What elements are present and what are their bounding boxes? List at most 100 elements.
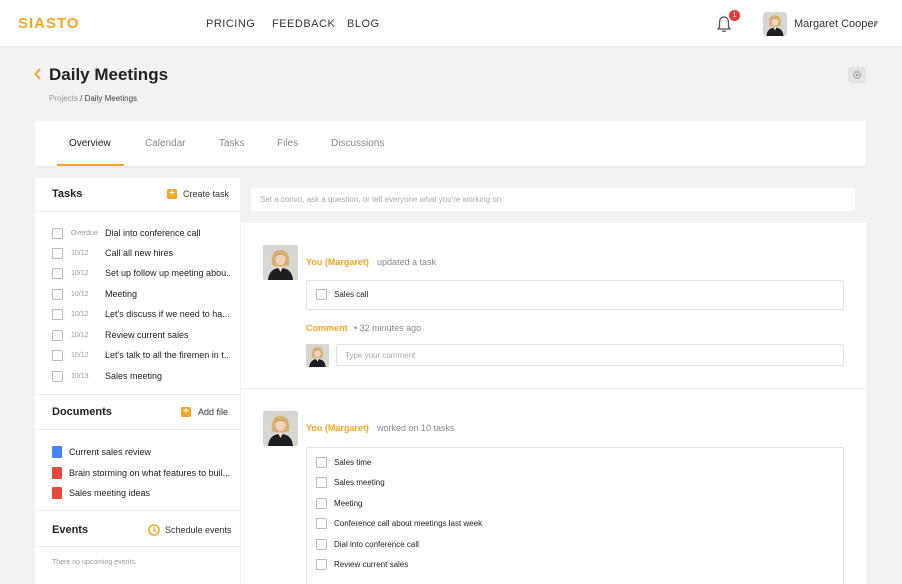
- tabs-bar: Overview Calendar Tasks Files Discussion…: [35, 121, 866, 166]
- tab-overview[interactable]: Overview: [69, 138, 111, 149]
- task-label[interactable]: Let's discuss if we need to ha...: [105, 309, 230, 319]
- task-label[interactable]: Set up follow up meeting abou...: [105, 268, 230, 278]
- task-item[interactable]: 10/12 Let's discuss if we need to ha...: [52, 309, 232, 325]
- task-checkbox[interactable]: [52, 289, 63, 300]
- task-label[interactable]: Review current sales: [105, 330, 230, 340]
- task-checkbox[interactable]: [52, 228, 63, 239]
- user-avatar[interactable]: [763, 12, 787, 36]
- nav-pricing[interactable]: PRICING: [206, 18, 255, 30]
- task-checkbox[interactable]: [52, 248, 63, 259]
- task-item[interactable]: 10/12 Review current sales: [52, 330, 232, 346]
- task-checkbox[interactable]: [316, 498, 327, 509]
- task-checkbox[interactable]: [316, 477, 327, 488]
- tab-calendar[interactable]: Calendar: [145, 138, 186, 149]
- task-label[interactable]: Meeting: [334, 499, 362, 508]
- comment-input[interactable]: Type your comment: [336, 344, 844, 366]
- document-item[interactable]: Current sales review: [52, 446, 232, 460]
- plus-icon[interactable]: +: [181, 407, 191, 417]
- document-label[interactable]: Current sales review: [69, 447, 151, 457]
- user-name[interactable]: Margaret Cooper: [794, 18, 877, 30]
- task-checkbox[interactable]: [52, 330, 63, 341]
- task-date: 10/12: [71, 250, 89, 257]
- doc-file-icon: [52, 446, 62, 458]
- activity-task-item[interactable]: Conference call about meetings last week: [316, 518, 816, 532]
- logo[interactable]: SIASTO: [18, 15, 80, 32]
- chevron-down-icon[interactable]: ▼: [872, 19, 880, 28]
- divider: [241, 388, 866, 389]
- tab-files[interactable]: Files: [277, 138, 298, 149]
- pdf-file-icon: [52, 467, 62, 479]
- activity-task-item[interactable]: Meeting: [316, 498, 816, 512]
- tasks-section-title: Tasks: [52, 188, 83, 200]
- activity-action: worked on 10 tasks: [377, 423, 455, 433]
- tab-discussions[interactable]: Discussions: [331, 138, 384, 149]
- plus-icon[interactable]: +: [167, 189, 177, 199]
- task-checkbox[interactable]: [316, 539, 327, 550]
- task-label[interactable]: Dial into conference call: [105, 228, 230, 238]
- task-item[interactable]: 10/12 Let's talk to all the firemen in t.…: [52, 350, 232, 366]
- page-title: Daily Meetings: [49, 65, 169, 84]
- no-events-text: There no upcoming events.: [52, 559, 137, 566]
- task-checkbox[interactable]: [316, 289, 327, 300]
- divider: [35, 394, 240, 395]
- task-checkbox[interactable]: [316, 559, 327, 570]
- activity-task-item[interactable]: Sales time: [316, 457, 816, 471]
- task-item[interactable]: 10/13 Sales meeting: [52, 371, 232, 387]
- top-navbar: SIASTO PRICING FEEDBACK BLOG 1 Margaret …: [0, 0, 902, 47]
- documents-section-title: Documents: [52, 406, 112, 418]
- clock-icon[interactable]: [148, 524, 160, 536]
- activity-actor[interactable]: You (Margaret): [306, 423, 369, 433]
- document-item[interactable]: Brain storming on what features to buil.…: [52, 467, 232, 481]
- task-label[interactable]: Meeting: [105, 289, 230, 299]
- task-checkbox[interactable]: [316, 518, 327, 529]
- nav-blog[interactable]: BLOG: [347, 18, 380, 30]
- back-chevron-icon[interactable]: [33, 67, 43, 81]
- task-label[interactable]: Sales meeting: [334, 478, 385, 487]
- breadcrumb-current: Daily Meetings: [84, 94, 138, 103]
- task-checkbox[interactable]: [316, 457, 327, 468]
- task-label[interactable]: Call all new hires: [105, 248, 230, 258]
- task-label[interactable]: Review current sales: [334, 560, 408, 569]
- task-label[interactable]: Conference call about meetings last week: [334, 519, 482, 528]
- task-item[interactable]: 10/12 Set up follow up meeting abou...: [52, 268, 232, 284]
- task-checkbox[interactable]: [52, 268, 63, 279]
- schedule-events-button[interactable]: Schedule events: [165, 525, 232, 535]
- create-task-button[interactable]: Create task: [183, 189, 229, 199]
- active-tab-indicator: [57, 164, 124, 166]
- task-checkbox[interactable]: [52, 371, 63, 382]
- activity-task-box: Sales call: [306, 280, 844, 310]
- task-label[interactable]: Let's talk to all the firemen in t...: [105, 350, 230, 360]
- task-date: 10/13: [71, 373, 89, 380]
- add-file-button[interactable]: Add file: [198, 407, 228, 417]
- document-item[interactable]: Sales meeting ideas: [52, 487, 232, 501]
- comment-placeholder: Type your comment: [345, 351, 416, 360]
- task-item[interactable]: 10/12 Meeting: [52, 289, 232, 305]
- nav-feedback[interactable]: FEEDBACK: [272, 18, 335, 30]
- avatar: [263, 411, 298, 446]
- activity-task-item[interactable]: Sales meeting: [316, 477, 816, 491]
- task-label[interactable]: Dial into conference call: [334, 540, 419, 549]
- task-checkbox[interactable]: [52, 309, 63, 320]
- settings-button[interactable]: [848, 67, 866, 83]
- pdf-file-icon: [52, 487, 62, 499]
- activity-task-item[interactable]: Sales call: [316, 289, 816, 303]
- task-item[interactable]: 10/12 Call all new hires: [52, 248, 232, 264]
- breadcrumb-projects[interactable]: Projects: [49, 94, 78, 103]
- composer-input[interactable]: Set a convo, ask a question, or tell eve…: [251, 188, 855, 211]
- tab-tasks[interactable]: Tasks: [219, 138, 245, 149]
- activity-task-item[interactable]: Dial into conference call: [316, 539, 816, 553]
- activity-actor[interactable]: You (Margaret): [306, 257, 369, 267]
- gear-icon: [853, 71, 862, 80]
- task-checkbox[interactable]: [52, 350, 63, 361]
- comment-link[interactable]: Comment: [306, 323, 348, 333]
- activity-task-item[interactable]: Review current sales: [316, 559, 816, 573]
- task-label[interactable]: Sales time: [334, 458, 371, 467]
- task-date: Overdue: [71, 230, 98, 237]
- activity-action: updated a task: [377, 257, 437, 267]
- document-label[interactable]: Brain storming on what features to buil.…: [69, 468, 230, 478]
- task-item[interactable]: Overdue Dial into conference call: [52, 228, 232, 244]
- task-label[interactable]: Sales meeting: [105, 371, 230, 381]
- document-label[interactable]: Sales meeting ideas: [69, 488, 150, 498]
- task-label[interactable]: Sales call: [334, 290, 368, 299]
- task-date: 10/12: [71, 291, 89, 298]
